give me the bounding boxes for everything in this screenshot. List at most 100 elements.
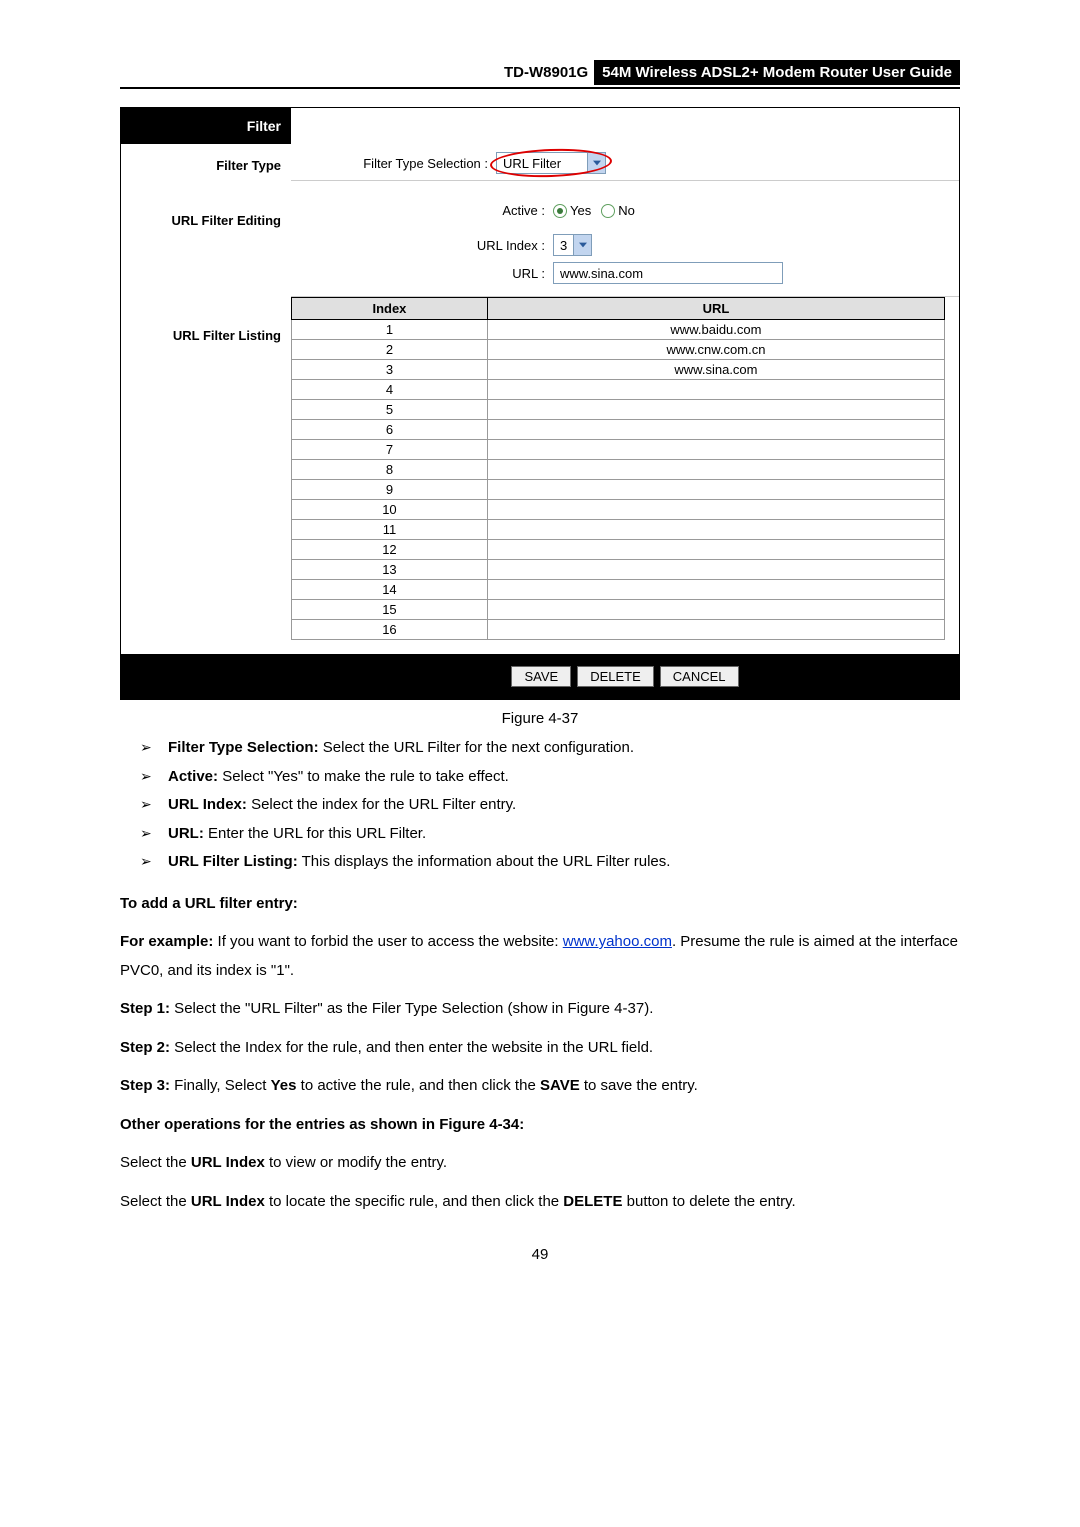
table-cell-url — [487, 560, 944, 580]
active-label: Active : — [291, 203, 553, 218]
table-row: 11 — [292, 520, 945, 540]
other-2a: Select the — [120, 1193, 191, 1210]
other-line-2: Select the URL Index to locate the speci… — [120, 1188, 960, 1217]
step-label: Step 2: — [120, 1039, 170, 1056]
figure-caption: Figure 4-37 — [120, 710, 960, 727]
doc-model: TD-W8901G — [498, 60, 594, 85]
table-cell-index: 9 — [292, 480, 488, 500]
url-field-label: URL : — [291, 266, 553, 281]
step-text: Select the Index for the rule, and then … — [170, 1039, 653, 1056]
table-cell-url: www.baidu.com — [487, 320, 944, 340]
table-cell-url — [487, 520, 944, 540]
active-no-radio[interactable]: No — [601, 203, 635, 218]
table-cell-url — [487, 460, 944, 480]
radio-selected-icon — [553, 204, 567, 218]
table-row: 12 — [292, 540, 945, 560]
table-cell-index: 8 — [292, 460, 488, 480]
table-cell-url — [487, 600, 944, 620]
section-add-title: To add a URL filter entry: — [120, 890, 960, 919]
table-row: 5 — [292, 400, 945, 420]
step-3-t3: to save the entry. — [580, 1077, 698, 1094]
chevron-down-icon — [587, 153, 605, 173]
radio-icon — [601, 204, 615, 218]
step-text: Select the "URL Filter" as the Filer Typ… — [170, 1000, 653, 1017]
table-cell-index: 15 — [292, 600, 488, 620]
bullet-term: URL Filter Listing: — [168, 853, 298, 870]
active-yes-radio[interactable]: Yes — [553, 203, 591, 218]
table-cell-index: 16 — [292, 620, 488, 640]
bullet-term: Active: — [168, 768, 218, 785]
bullet-term: URL: — [168, 825, 204, 842]
delete-button[interactable]: DELETE — [577, 666, 654, 687]
sidebar-filter-title: Filter — [121, 108, 291, 144]
bullet-term: Filter Type Selection: — [168, 739, 319, 756]
table-cell-index: 3 — [292, 360, 488, 380]
table-cell-url — [487, 420, 944, 440]
sidebar-filter-type: Filter Type — [121, 144, 291, 177]
bullet-term: URL Index: — [168, 796, 247, 813]
cancel-button[interactable]: CANCEL — [660, 666, 739, 687]
other-line-1: Select the URL Index to view or modify t… — [120, 1149, 960, 1178]
example-text-1: If you want to forbid the user to access… — [213, 933, 562, 950]
table-cell-index: 4 — [292, 380, 488, 400]
table-row: 14 — [292, 580, 945, 600]
other-1b: URL Index — [191, 1154, 265, 1171]
example-paragraph: For example: If you want to forbid the u… — [120, 928, 960, 985]
step-3-t1: Finally, Select — [170, 1077, 271, 1094]
step-3-label: Step 3: — [120, 1077, 170, 1094]
table-cell-index: 2 — [292, 340, 488, 360]
table-cell-index: 10 — [292, 500, 488, 520]
url-input-value: www.sina.com — [560, 266, 643, 281]
table-cell-index: 6 — [292, 420, 488, 440]
table-row: 1www.baidu.com — [292, 320, 945, 340]
other-2c: to locate the specific rule, and then cl… — [265, 1193, 564, 1210]
table-cell-index: 11 — [292, 520, 488, 540]
step-line: Step 1: Select the "URL Filter" as the F… — [120, 995, 960, 1024]
table-row: 15 — [292, 600, 945, 620]
step-label: Step 1: — [120, 1000, 170, 1017]
table-cell-index: 1 — [292, 320, 488, 340]
step-3-yes: Yes — [271, 1077, 297, 1094]
url-index-value: 3 — [554, 235, 573, 255]
sidebar-url-filter-editing: URL Filter Editing — [121, 177, 291, 232]
example-link[interactable]: www.yahoo.com — [563, 933, 672, 950]
active-no-label: No — [618, 203, 635, 218]
table-cell-index: 5 — [292, 400, 488, 420]
panel-content: Filter Type Selection : URL Filter Activ… — [291, 108, 959, 699]
filter-type-select[interactable]: URL Filter — [496, 152, 606, 174]
other-1a: Select the — [120, 1154, 191, 1171]
table-row: 16 — [292, 620, 945, 640]
url-input[interactable]: www.sina.com — [553, 262, 783, 284]
table-row: 9 — [292, 480, 945, 500]
step-line: Step 2: Select the Index for the rule, a… — [120, 1034, 960, 1063]
table-row: 13 — [292, 560, 945, 580]
chevron-down-icon — [573, 235, 591, 255]
table-cell-url — [487, 580, 944, 600]
table-cell-url — [487, 440, 944, 460]
other-2b: URL Index — [191, 1193, 265, 1210]
bullet-text: This displays the information about the … — [298, 853, 671, 870]
save-button[interactable]: SAVE — [511, 666, 571, 687]
table-cell-url: www.cnw.com.cn — [487, 340, 944, 360]
bullet-text: Select "Yes" to make the rule to take ef… — [218, 768, 509, 785]
url-index-select[interactable]: 3 — [553, 234, 592, 256]
table-row: 10 — [292, 500, 945, 520]
table-head-url: URL — [487, 298, 944, 320]
sidebar-url-filter-listing: URL Filter Listing — [121, 232, 291, 347]
bullet-text: Enter the URL for this URL Filter. — [204, 825, 426, 842]
table-row: 8 — [292, 460, 945, 480]
table-row: 6 — [292, 420, 945, 440]
bullet-text: Select the index for the URL Filter entr… — [247, 796, 516, 813]
bullet-list: Filter Type Selection: Select the URL Fi… — [120, 737, 960, 874]
filter-type-label: Filter Type Selection : — [291, 156, 496, 171]
bullet-text: Select the URL Filter for the next confi… — [319, 739, 634, 756]
step-3: Step 3: Finally, Select Yes to active th… — [120, 1072, 960, 1101]
filter-panel: Filter Filter Type URL Filter Editing UR… — [120, 107, 960, 700]
table-cell-index: 14 — [292, 580, 488, 600]
example-prefix: For example: — [120, 933, 213, 950]
other-2e: button to delete the entry. — [622, 1193, 795, 1210]
table-cell-url — [487, 620, 944, 640]
table-cell-url — [487, 540, 944, 560]
doc-title: 54M Wireless ADSL2+ Modem Router User Gu… — [594, 60, 960, 85]
table-row: 3www.sina.com — [292, 360, 945, 380]
